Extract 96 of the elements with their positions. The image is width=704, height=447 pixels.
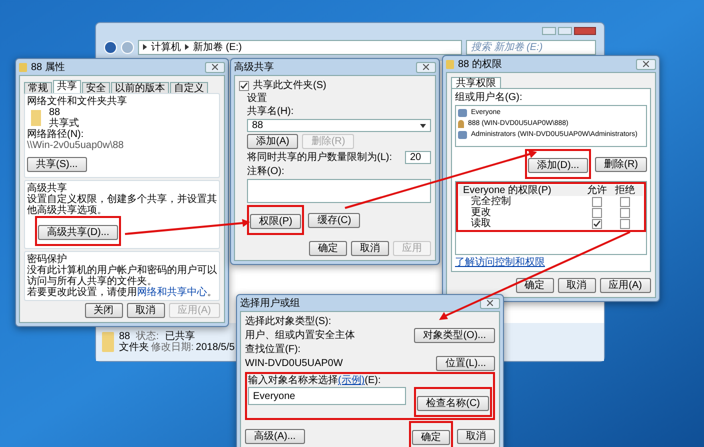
- checkbox[interactable]: [239, 80, 249, 90]
- minimize-icon[interactable]: [542, 27, 556, 35]
- dialog-button[interactable]: 确定: [412, 430, 450, 445]
- hint-text: 若要更改此设置，请使用网络和共享中心。: [27, 287, 217, 298]
- dialog-button[interactable]: 缓存(C): [308, 212, 360, 228]
- help-link[interactable]: 了解访问控制和权限: [455, 257, 545, 268]
- checkbox[interactable]: [620, 196, 630, 206]
- address-bar[interactable]: 计算机 新加卷 (E:): [138, 40, 462, 54]
- folder-icon: [102, 332, 114, 352]
- field-value: 用户、组或内置安全主体: [245, 330, 356, 341]
- checkbox[interactable]: [620, 208, 630, 218]
- dialog-button[interactable]: 取消: [457, 428, 495, 444]
- folder-icon: [446, 60, 454, 68]
- field-value: WIN-DVD0U5UAP0W: [245, 358, 344, 369]
- folder-name: 88: [49, 107, 60, 118]
- file-name: 88: [119, 331, 130, 342]
- window-title: 高级共享: [234, 62, 274, 72]
- tab[interactable]: 自定义: [170, 82, 208, 94]
- chevron-icon: [185, 44, 189, 50]
- label-text: 设置: [247, 93, 268, 104]
- share-name-select[interactable]: 88: [247, 119, 431, 132]
- label-text: 网络文件和文件夹共享: [27, 96, 128, 107]
- dialog-button[interactable]: 添加(D)...: [528, 158, 588, 173]
- dialog-button[interactable]: 高级(A)...: [245, 428, 305, 444]
- breadcrumb[interactable]: 新加卷 (E:): [193, 42, 242, 52]
- checkbox[interactable]: [592, 196, 602, 206]
- checkbox[interactable]: [592, 208, 602, 218]
- forward-icon[interactable]: [121, 40, 134, 54]
- folder-state: 共享式: [49, 118, 79, 129]
- description-text: 没有此计算机的用户帐户和密码的用户可以访问与所有人共享的文件夹。: [27, 265, 217, 287]
- tab[interactable]: 常规: [24, 82, 52, 94]
- tab[interactable]: 共享权限: [451, 77, 501, 89]
- label-text: 读取: [471, 218, 492, 229]
- description-text: 设置自定义权限，创建多个共享，并设置其他高级共享选项。: [27, 194, 217, 216]
- object-name-field[interactable]: Everyone: [248, 387, 406, 405]
- folder-icon: [19, 62, 27, 72]
- dialog-button[interactable]: 删除(R): [595, 156, 647, 172]
- label-text: 高级共享: [27, 183, 67, 194]
- label-text: 查找位置(F):: [245, 344, 302, 355]
- label-text: 完全控制: [471, 196, 512, 207]
- breadcrumb[interactable]: 计算机: [151, 42, 181, 52]
- window-title: 88 的权限: [458, 58, 502, 70]
- label-text: 输入对象名称来选择(示例)(E):: [248, 375, 381, 386]
- close-icon[interactable]: [480, 298, 500, 308]
- dialog-button[interactable]: 确定: [516, 278, 554, 293]
- date-value: 2018/5/5: [196, 342, 235, 353]
- folder-icon: [31, 110, 41, 126]
- label-text: 允许: [586, 185, 608, 196]
- close-icon[interactable]: [416, 62, 436, 72]
- dialog-button[interactable]: 应用(A): [600, 278, 651, 293]
- window-title: 88 属性: [31, 62, 65, 72]
- file-type: 文件夹: [119, 342, 149, 353]
- label-text: 共享此文件夹(S): [253, 80, 326, 91]
- dialog-button[interactable]: 高级共享(D)...: [38, 225, 118, 240]
- dropdown-icon: [420, 124, 426, 128]
- dialog-button[interactable]: 取消: [351, 241, 389, 256]
- dialog-button[interactable]: 取消: [126, 303, 165, 318]
- comment-field[interactable]: [247, 179, 431, 203]
- tab[interactable]: 以前的版本: [111, 82, 169, 94]
- label-text: 拒绝: [614, 185, 636, 196]
- dialog-button[interactable]: 关闭: [84, 303, 123, 318]
- tab[interactable]: 共享: [53, 80, 81, 94]
- label-text: 密码保护: [27, 254, 67, 265]
- label-text: 注释(O):: [247, 166, 286, 177]
- label-text: 选择此对象类型(S):: [245, 316, 332, 327]
- chevron-icon: [143, 44, 147, 50]
- limit-spinner[interactable]: 20: [405, 151, 431, 164]
- dialog-button[interactable]: 取消: [558, 278, 596, 293]
- label-text: 将同时共享的用户数量限制为(L):: [247, 152, 393, 163]
- dialog-button[interactable]: 对象类型(O)...: [414, 328, 495, 343]
- dialog-button[interactable]: 位置(L)...: [436, 356, 495, 371]
- date-label: 修改日期:: [151, 342, 194, 353]
- dialog-button[interactable]: 检查名称(C): [417, 396, 489, 411]
- dialog-button[interactable]: 共享(S)...: [27, 157, 87, 172]
- network-center-link[interactable]: 网络和共享中心: [137, 287, 207, 298]
- label-text: 更改: [471, 207, 492, 218]
- example-link[interactable]: (示例): [338, 375, 365, 386]
- search-field[interactable]: 搜索 新加卷 (E:): [466, 40, 596, 54]
- status-label: 状态:: [136, 331, 159, 342]
- close-icon[interactable]: [636, 58, 656, 70]
- dialog-button[interactable]: 确定: [309, 241, 347, 256]
- dialog-button[interactable]: 添加(A): [247, 134, 298, 149]
- back-icon[interactable]: [104, 40, 117, 54]
- window-title: 选择用户或组: [240, 298, 300, 308]
- label-text: Everyone 的权限(P): [463, 185, 552, 196]
- status-value: 已共享: [164, 331, 195, 342]
- dialog-button[interactable]: 权限(P): [250, 214, 302, 229]
- label-text: 组或用户名(G):: [455, 92, 524, 103]
- network-path: \\Win-2v0u5uap0w\88: [27, 140, 125, 151]
- maximize-icon[interactable]: [558, 27, 572, 35]
- label-text: 共享名(H):: [247, 106, 295, 117]
- tab[interactable]: 安全: [82, 82, 110, 94]
- close-icon[interactable]: [205, 62, 225, 72]
- checkbox[interactable]: [620, 218, 630, 228]
- label-text: 网络路径(N):: [27, 129, 85, 140]
- checkbox[interactable]: [592, 218, 602, 228]
